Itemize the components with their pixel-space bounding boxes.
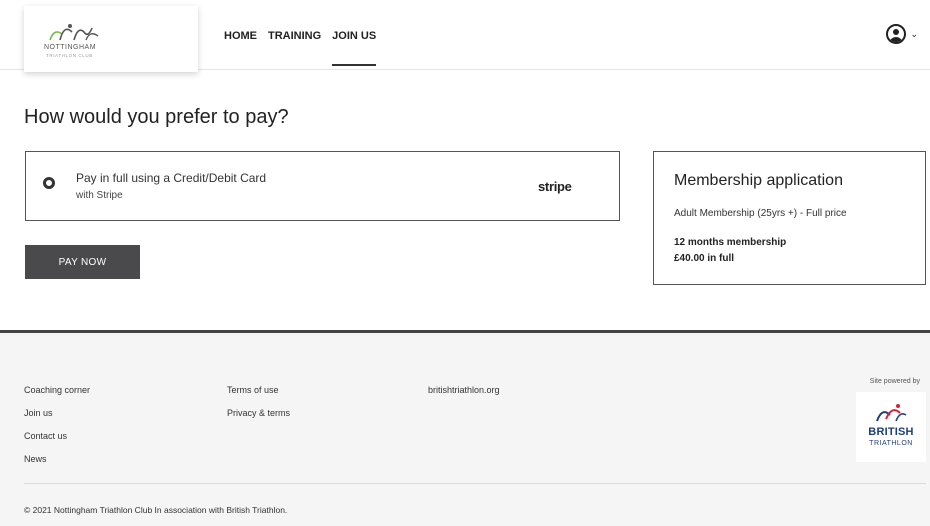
payment-radio[interactable] [43, 177, 55, 189]
nav-training[interactable]: TRAINING [268, 30, 321, 42]
footer-link-british-triathlon[interactable]: britishtriathlon.org [428, 385, 500, 395]
bt-logo-sub: TRIATHLON [869, 440, 913, 447]
summary-title: Membership application [674, 172, 843, 189]
powered-by-label: Site powered by [869, 378, 920, 385]
chevron-down-icon: ⌄ [910, 28, 918, 39]
user-circle-icon [886, 24, 907, 44]
footer-links-col2: Terms of use Privacy & terms [227, 385, 290, 431]
footer-link-coaching-corner[interactable]: Coaching corner [24, 385, 90, 395]
logo-subtitle: TRIATHLON CLUB [46, 53, 93, 58]
membership-summary: Membership application Adult Membership … [653, 151, 926, 285]
logo-name: NOTTINGHAM [44, 44, 97, 51]
footer-links-col1: Coaching corner Join us Contact us News [24, 385, 90, 477]
british-triathlon-swirl-icon [876, 404, 907, 422]
footer-link-contact-us[interactable]: Contact us [24, 431, 90, 441]
copyright-text: © 2021 Nottingham Triathlon Club In asso… [24, 505, 288, 515]
footer-link-privacy[interactable]: Privacy & terms [227, 408, 290, 418]
summary-duration: 12 months membership [674, 237, 787, 248]
footer-link-terms[interactable]: Terms of use [227, 385, 290, 395]
stripe-logo: stripe [538, 179, 572, 194]
club-logo[interactable]: NOTTINGHAM TRIATHLON CLUB [24, 6, 198, 72]
main-nav: HOME TRAINING JOIN US [224, 30, 377, 66]
user-menu[interactable]: ⌄ [886, 24, 918, 44]
summary-price: £40.00 in full [674, 253, 735, 264]
nav-home[interactable]: HOME [224, 30, 257, 42]
footer-links-col3: britishtriathlon.org [428, 385, 500, 408]
site-header: NOTTINGHAM TRIATHLON CLUB HOME TRAINING … [0, 0, 930, 72]
footer-divider [24, 483, 926, 484]
triathlon-swirl-logo-icon [49, 24, 99, 41]
footer-link-news[interactable]: News [24, 454, 90, 464]
pay-now-button[interactable]: PAY NOW [25, 245, 140, 279]
summary-membership-type: Adult Membership (25yrs +) - Full price [674, 208, 847, 219]
payment-option-title: Pay in full using a Credit/Debit Card [76, 171, 267, 185]
payment-option-subtitle: with Stripe [76, 190, 123, 201]
bt-logo-name: BRITISH [868, 426, 914, 438]
footer-link-join-us[interactable]: Join us [24, 408, 90, 418]
site-footer: Coaching corner Join us Contact us News … [0, 330, 930, 526]
nav-join-us[interactable]: JOIN US [332, 30, 377, 66]
page-title: How would you prefer to pay? [24, 106, 289, 128]
payment-option-card[interactable]: Pay in full using a Credit/Debit Card wi… [25, 151, 620, 221]
british-triathlon-logo[interactable]: BRITISH TRIATHLON [856, 392, 926, 462]
